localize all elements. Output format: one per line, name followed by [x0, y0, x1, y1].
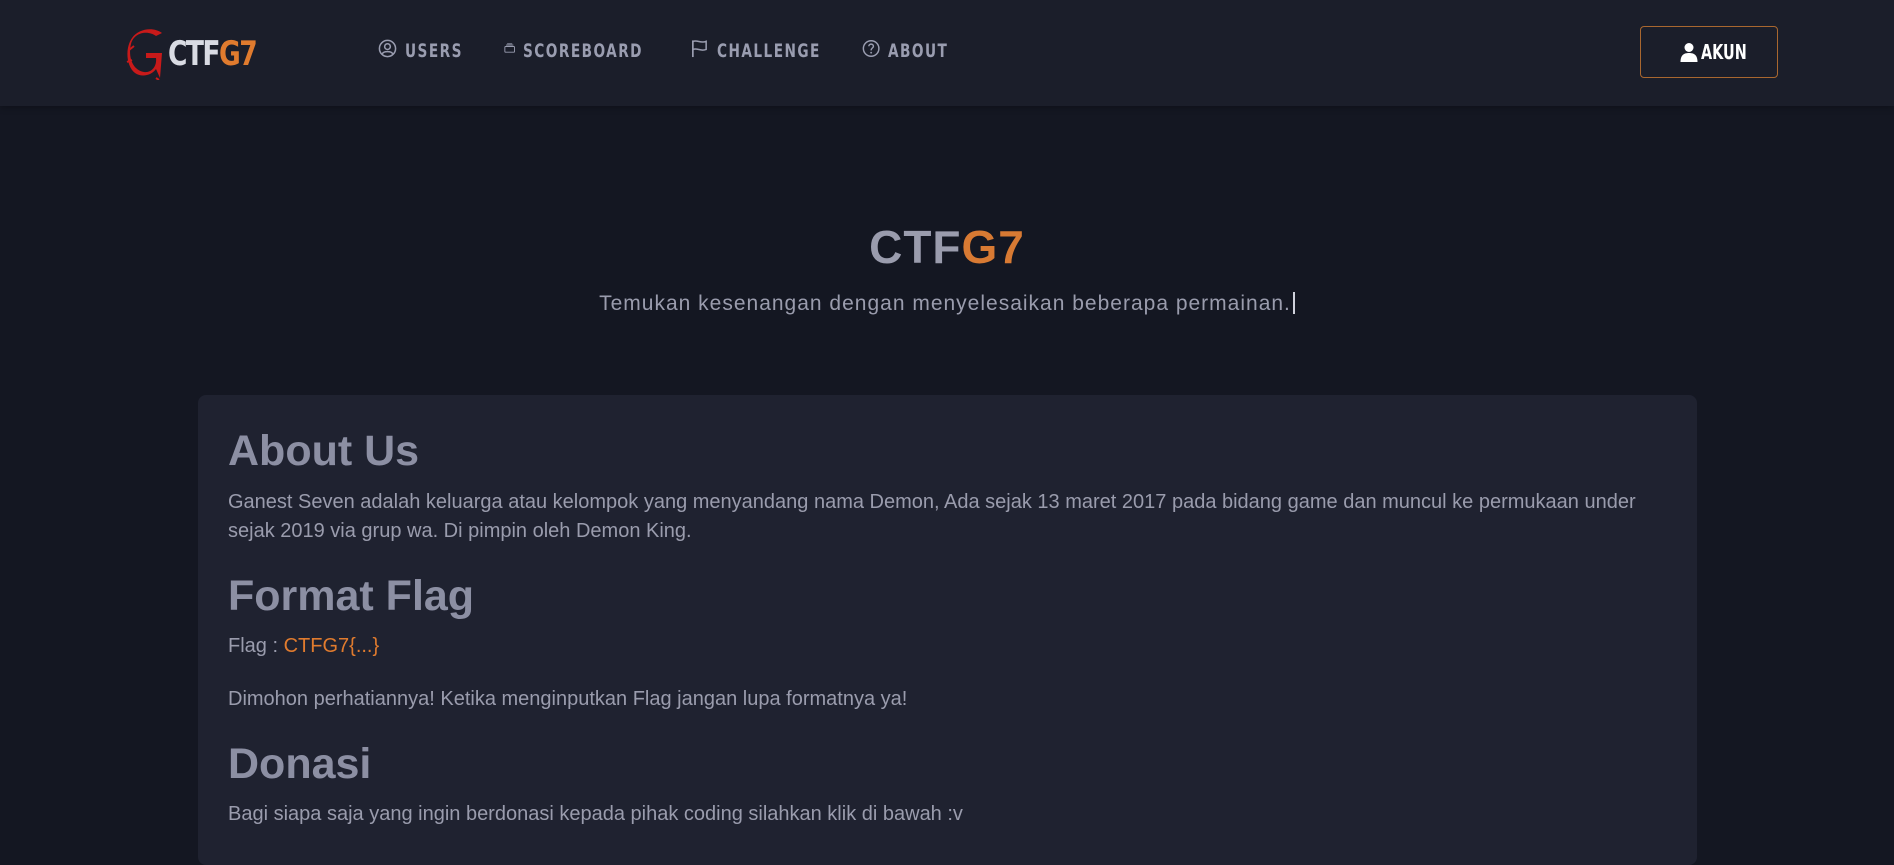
user-icon — [1680, 43, 1697, 62]
scoreboard-icon — [504, 42, 515, 53]
about-text: Ganest Seven adalah keluarga atau kelomp… — [228, 491, 1636, 542]
typing-caret — [1292, 292, 1295, 314]
format-flag-heading: Format Flag — [228, 572, 475, 620]
hero-subtitle-line: Temukan kesenangan dengan menyelesaikan … — [0, 292, 1894, 316]
flag-label: Flag : — [228, 635, 284, 657]
nav-item-challenge[interactable]: CHALLENGE — [690, 39, 862, 62]
about-heading: About Us — [228, 427, 420, 475]
nav-item-about-label: ABOUT — [888, 40, 949, 62]
brand-name: CTFG7 — [168, 34, 258, 74]
navbar: CTFG7 USERS SCOREBOARD CHALLENGE ABOUT A… — [0, 0, 1894, 106]
hero-title-g7: G7 — [961, 221, 1025, 273]
nav-item-scoreboard[interactable]: SCOREBOARD — [504, 40, 690, 62]
brand-name-ctf: CTF — [168, 34, 221, 74]
hero-title-ctf: CTF — [869, 221, 962, 273]
brand-name-g7: G7 — [218, 34, 258, 74]
nav-menu: USERS SCOREBOARD CHALLENGE ABOUT — [378, 0, 972, 102]
user-circle-icon — [378, 39, 397, 57]
nav-item-about[interactable]: ABOUT — [862, 39, 972, 62]
account-button-label: AKUN — [1700, 40, 1747, 64]
account-button[interactable]: AKUN — [1640, 26, 1778, 78]
brand-logo-link[interactable]: CTFG7 — [126, 26, 281, 82]
donasi-text: Bagi siapa saja yang ingin berdonasi kep… — [228, 803, 963, 825]
flag-icon — [691, 39, 707, 57]
flag-format-value: CTFG7{...} — [283, 635, 380, 657]
about-card: About Us Ganest Seven adalah keluarga at… — [198, 395, 1697, 865]
nav-item-users[interactable]: USERS — [378, 39, 504, 62]
g-logo-icon — [126, 29, 162, 80]
nav-item-users-label: USERS — [405, 40, 463, 62]
hero-subtitle: Temukan kesenangan dengan menyelesaikan … — [599, 292, 1291, 315]
flag-format-line: Flag : CTFG7{...} — [228, 632, 1668, 661]
nav-item-scoreboard-label: SCOREBOARD — [523, 40, 644, 62]
hero-title: CTFG7 — [0, 220, 1894, 274]
flag-format-note: Dimohon perhatiannya! Ketika menginputka… — [228, 688, 908, 710]
donasi-heading: Donasi — [228, 740, 372, 788]
question-circle-icon — [862, 39, 880, 57]
nav-item-challenge-label: CHALLENGE — [717, 40, 821, 62]
